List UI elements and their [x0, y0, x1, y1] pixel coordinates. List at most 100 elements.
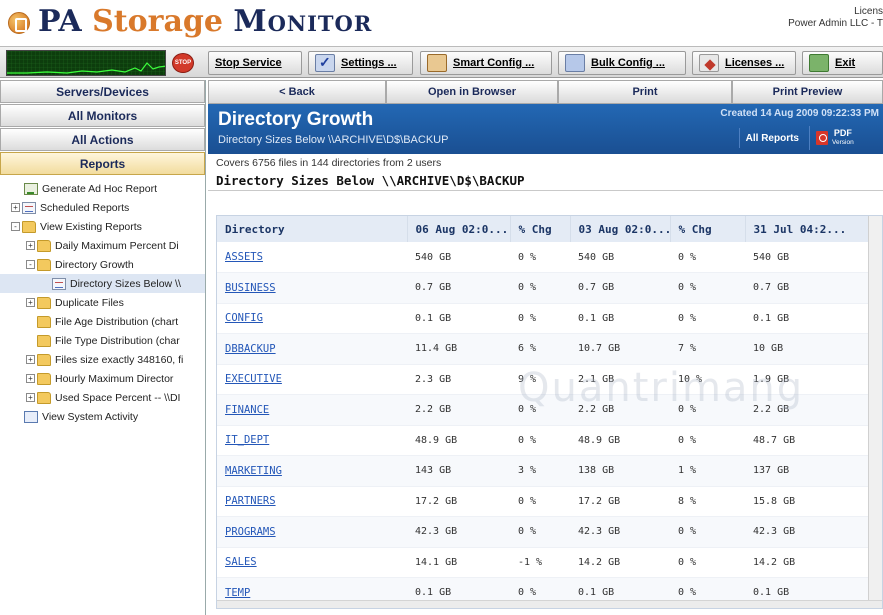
table-row: IT_DEPT 48.9 GB 0 % 48.9 GB 0 % 48.7 GB: [217, 425, 869, 456]
table-row: BUSINESS 0.7 GB 0 % 0.7 GB 0 % 0.7 GB: [217, 272, 869, 304]
table-cell: 540 GB: [570, 242, 670, 273]
collapse-icon[interactable]: -: [26, 260, 35, 269]
license-icon: [699, 54, 719, 72]
folder-icon: [37, 315, 51, 328]
table-cell: 0 %: [510, 242, 570, 273]
table-row: MARKETING 143 GB 3 % 138 GB 1 % 137 GB: [217, 455, 869, 487]
tree-item-view-existing-reports[interactable]: - View Existing Reports: [0, 217, 205, 236]
bulk-config-button[interactable]: Bulk Config ...: [558, 51, 686, 75]
column-header-31-jul[interactable]: 31 Jul 04:2...: [745, 216, 870, 242]
all-reports-link[interactable]: All Reports: [738, 128, 805, 148]
title-monitor: Monitor: [233, 4, 373, 39]
horizontal-scrollbar[interactable]: [217, 600, 882, 608]
table-row: FINANCE 2.2 GB 0 % 2.2 GB 0 % 2.2 GB: [217, 394, 869, 426]
tree-item-duplicate-files[interactable]: + Duplicate Files: [0, 293, 205, 312]
pdf-version-button[interactable]: PDF Version: [809, 126, 879, 150]
pdf-label: PDF Version: [832, 129, 854, 147]
licenses-button[interactable]: Licenses ...: [692, 51, 796, 75]
folder-icon: [37, 258, 51, 271]
column-header-pct-chg-2[interactable]: % Chg: [670, 216, 746, 242]
directory-link[interactable]: ASSETS: [225, 251, 263, 263]
vertical-scrollbar[interactable]: [868, 216, 882, 608]
table-cell: 2.2 GB: [570, 394, 670, 426]
nav-all-monitors[interactable]: All Monitors: [0, 104, 205, 127]
directory-cell: PROGRAMS: [217, 516, 407, 548]
directory-link[interactable]: TEMP: [225, 587, 250, 599]
exit-icon: [809, 54, 829, 72]
collapse-icon[interactable]: -: [11, 222, 20, 231]
tree-item-generate-ad-hoc[interactable]: Generate Ad Hoc Report: [0, 179, 205, 198]
tree-item-label: Hourly Maximum Director: [55, 372, 174, 385]
tree-item-label: File Age Distribution (chart: [55, 315, 179, 328]
expand-icon[interactable]: +: [26, 241, 35, 250]
tree-item-directory-sizes-below[interactable]: Directory Sizes Below \\: [0, 274, 205, 293]
directory-cell: IT_DEPT: [217, 425, 407, 456]
report-subtitle: Directory Sizes Below \\ARCHIVE\D$\BACKU…: [218, 134, 449, 146]
directory-link[interactable]: MARKETING: [225, 465, 282, 477]
directory-cell: ASSETS: [217, 242, 407, 273]
expand-icon[interactable]: +: [11, 203, 20, 212]
license-line-2: Power Admin LLC - T: [788, 18, 883, 29]
exit-button[interactable]: Exit: [802, 51, 883, 75]
tree-item-file-age-distribution[interactable]: File Age Distribution (chart: [0, 312, 205, 331]
tree-item-used-space-percent[interactable]: + Used Space Percent -- \\DI: [0, 388, 205, 407]
column-header-pct-chg-1[interactable]: % Chg: [510, 216, 571, 242]
expand-icon[interactable]: +: [26, 298, 35, 307]
coverage-summary: Covers 6756 files in 144 directories fro…: [216, 157, 442, 169]
table-cell: 48.7 GB: [745, 425, 869, 456]
folder-icon: [37, 353, 51, 366]
directory-link[interactable]: PROGRAMS: [225, 526, 276, 538]
toolbar: STOP Stop Service Settings ... Smart Con…: [0, 46, 883, 78]
tree-item-view-system-activity[interactable]: View System Activity: [0, 407, 205, 426]
column-header-06-aug[interactable]: 06 Aug 02:0...: [407, 216, 511, 242]
pdf-icon: [816, 131, 828, 145]
report-pane: < Back Open in Browser Print Print Previ…: [208, 80, 883, 615]
directory-link[interactable]: PARTNERS: [225, 495, 276, 507]
tree-item-files-size-exactly[interactable]: + Files size exactly 348160, fi: [0, 350, 205, 369]
tree-item-hourly-maximum[interactable]: + Hourly Maximum Director: [0, 369, 205, 388]
report-nav-bar: < Back Open in Browser Print Print Previ…: [208, 80, 883, 104]
tree-item-label: View System Activity: [42, 410, 139, 423]
directory-link[interactable]: CONFIG: [225, 312, 263, 324]
directory-link[interactable]: BUSINESS: [225, 282, 276, 294]
report-title: Directory Growth: [218, 109, 374, 130]
table-cell: 14.2 GB: [745, 547, 869, 578]
directory-cell: FINANCE: [217, 394, 407, 426]
tree-item-daily-maximum[interactable]: + Daily Maximum Percent Di: [0, 236, 205, 255]
nav-servers-devices[interactable]: Servers/Devices: [0, 80, 205, 103]
nav-reports[interactable]: Reports: [0, 152, 205, 175]
stop-icon[interactable]: STOP: [172, 53, 194, 73]
column-header-directory[interactable]: Directory: [217, 216, 408, 242]
doc-icon: [52, 277, 66, 290]
tree-item-directory-growth[interactable]: - Directory Growth: [0, 255, 205, 274]
nav-all-actions[interactable]: All Actions: [0, 128, 205, 151]
tree-item-scheduled-reports[interactable]: + Scheduled Reports: [0, 198, 205, 217]
directory-link[interactable]: FINANCE: [225, 404, 269, 416]
expand-icon[interactable]: +: [26, 355, 35, 364]
title-storage: Storage: [92, 4, 223, 39]
print-button[interactable]: Print: [558, 80, 732, 104]
folder-icon: [37, 391, 51, 404]
report-icon: [24, 182, 38, 195]
folder-icon: [37, 296, 51, 309]
directory-link[interactable]: SALES: [225, 556, 257, 568]
tree-item-label: Duplicate Files: [55, 296, 124, 309]
open-in-browser-button[interactable]: Open in Browser: [386, 80, 558, 104]
column-header-03-aug[interactable]: 03 Aug 02:0...: [570, 216, 671, 242]
settings-button[interactable]: Settings ...: [308, 51, 413, 75]
directory-link[interactable]: EXECUTIVE: [225, 373, 282, 385]
expand-icon[interactable]: +: [26, 393, 35, 402]
directory-link[interactable]: DBBACKUP: [225, 343, 276, 355]
directory-link[interactable]: IT_DEPT: [225, 434, 269, 446]
table-cell: 2.3 GB: [407, 364, 510, 395]
table-cell: 42.3 GB: [745, 516, 869, 548]
print-preview-button[interactable]: Print Preview: [732, 80, 883, 104]
table-cell: 0.1 GB: [570, 303, 670, 334]
tree-item-label: Daily Maximum Percent Di: [55, 239, 179, 252]
back-button[interactable]: < Back: [208, 80, 386, 104]
tree-item-label: Scheduled Reports: [40, 201, 130, 214]
stop-service-button[interactable]: Stop Service: [208, 51, 302, 75]
expand-icon[interactable]: +: [26, 374, 35, 383]
tree-item-file-type-distribution[interactable]: File Type Distribution (char: [0, 331, 205, 350]
smart-config-button[interactable]: Smart Config ...: [420, 51, 552, 75]
